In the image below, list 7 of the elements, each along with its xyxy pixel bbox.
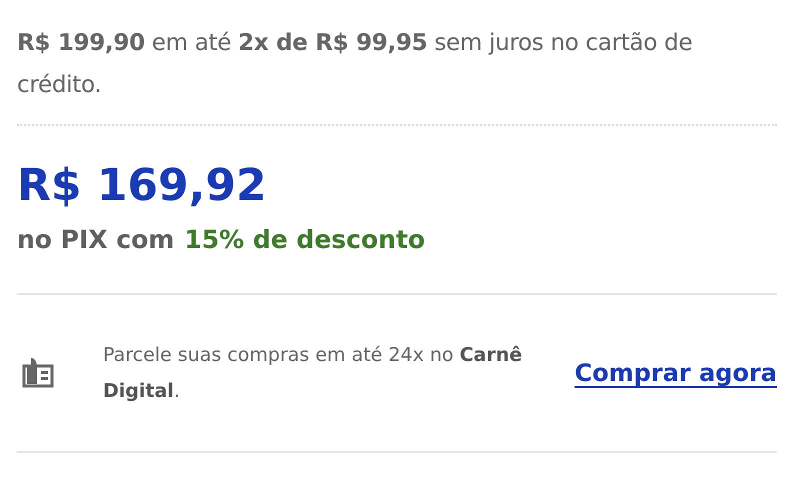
discount-text: 15% de desconto: [184, 224, 426, 256]
installment-text: R$ 199,90 em até 2x de R$ 99,95 sem juros no cartão de crédito.: [17, 29, 694, 100]
pix-price: R$ 169,92: [17, 159, 268, 213]
pix-label: no PIX com: [17, 224, 174, 256]
buy-now-link[interactable]: Comprar agora: [574, 359, 777, 387]
carne-text: Parcele suas compras em até 24x no Carnê Digital.: [103, 343, 524, 404]
booklet-icon: [21, 356, 55, 390]
